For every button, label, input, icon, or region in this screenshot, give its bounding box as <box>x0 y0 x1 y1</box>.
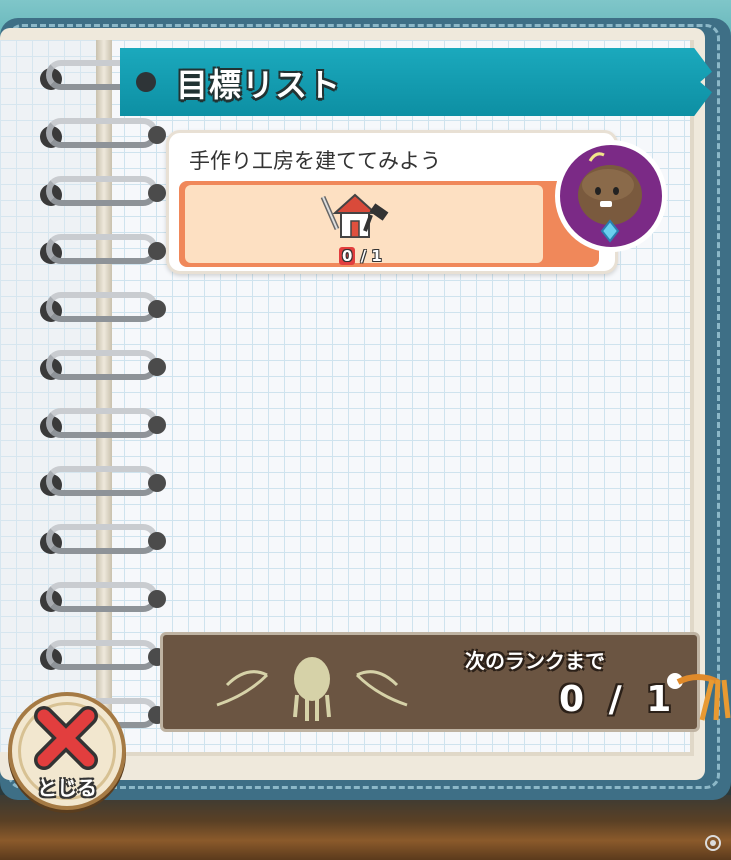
page-title: 目標リスト <box>176 66 342 104</box>
goal-progress-current: 0 <box>339 247 356 265</box>
goal-card[interactable]: 手作り工房を建ててみよう 0 / 1 <box>166 130 618 274</box>
watermark-logo-icon <box>705 835 721 851</box>
banner-pin-icon <box>136 72 156 92</box>
character-avatar <box>555 140 667 252</box>
binding-ring <box>40 580 166 618</box>
binding-ring <box>40 290 166 328</box>
binding-ring <box>40 116 166 154</box>
rank-progress-panel: 次のランクまで 0 / 1 <box>160 632 700 732</box>
rank-value: 0 / 1 <box>559 679 678 720</box>
goal-text: 手作り工房を建ててみよう <box>189 149 441 173</box>
background-table <box>0 795 731 860</box>
binding-ring <box>40 464 166 502</box>
goal-reward-panel: 0 / 1 <box>185 185 543 265</box>
goal-progress-total: 1 <box>371 247 382 265</box>
mushroom-character-icon <box>578 152 642 243</box>
rank-label: 次のランクまで <box>465 649 605 673</box>
ornament-crest-icon <box>216 657 408 721</box>
binding-ring <box>40 406 166 444</box>
spiral-binding <box>40 58 170 738</box>
close-x-icon <box>34 706 98 770</box>
binding-ring <box>40 348 166 386</box>
binding-ring <box>40 638 166 676</box>
goal-progress-separator: / <box>360 247 367 265</box>
goal-progress: 0 / 1 <box>339 247 382 265</box>
binding-ring <box>40 232 166 270</box>
close-button[interactable]: とじる <box>8 692 126 810</box>
workshop-house-icon <box>320 193 389 238</box>
binding-ring <box>40 174 166 212</box>
close-button-label: とじる <box>37 776 97 800</box>
binding-ring <box>40 522 166 560</box>
bookmark-tassel-icon <box>676 674 731 721</box>
goal-reward-area: 0 / 1 <box>179 181 599 267</box>
